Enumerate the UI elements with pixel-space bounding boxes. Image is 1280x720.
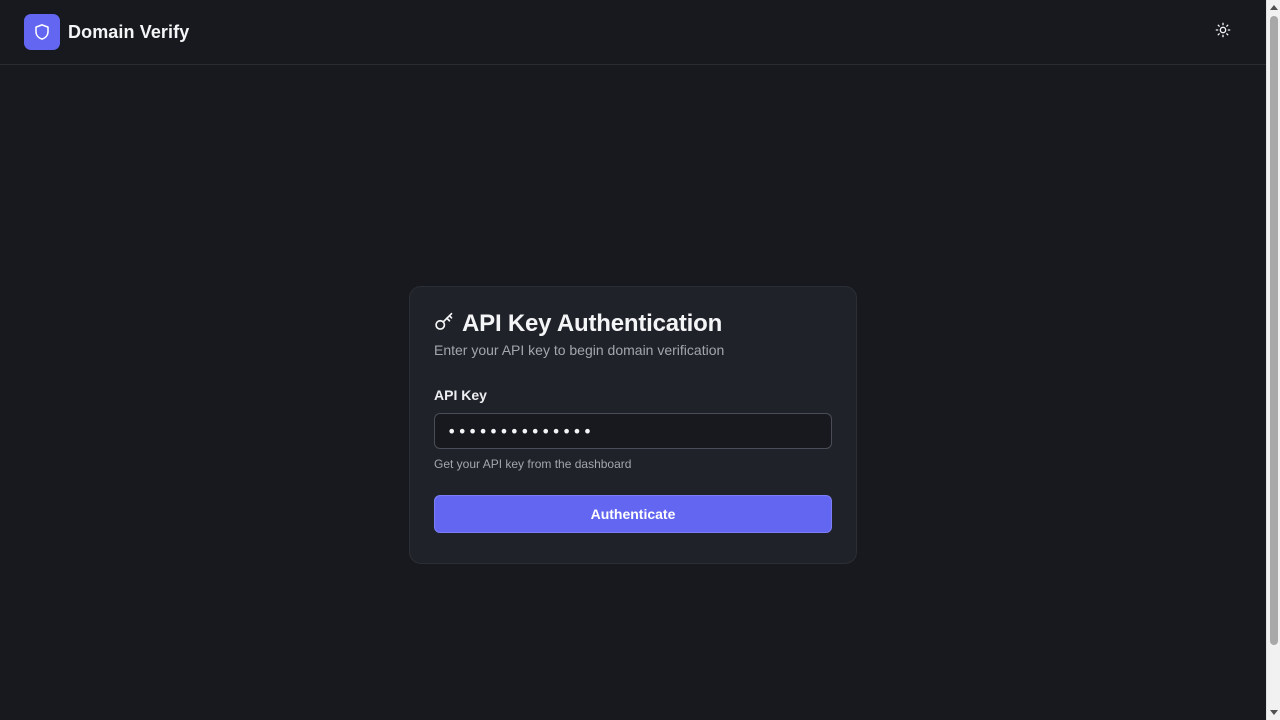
app-title: Domain Verify [68, 21, 190, 42]
api-key-label: API Key [434, 387, 487, 403]
api-key-input[interactable] [434, 413, 832, 449]
authenticate-button[interactable]: Authenticate [434, 495, 832, 533]
scrollbar-thumb[interactable] [1270, 16, 1278, 645]
scroll-up-arrow-icon[interactable] [1267, 0, 1280, 14]
vertical-scrollbar[interactable] [1266, 0, 1280, 720]
card-subtitle: Enter your API key to begin domain verif… [434, 342, 725, 358]
card-title-text: API Key Authentication [462, 310, 723, 337]
api-key-hint: Get your API key from the dashboard [434, 457, 632, 471]
card-title: API Key Authentication [434, 310, 832, 337]
theme-toggle-button[interactable] [1207, 16, 1239, 48]
top-header: Domain Verify [0, 0, 1266, 65]
shield-icon [24, 14, 60, 50]
key-icon [434, 312, 454, 337]
app-window: Domain Verify API Key Authentication Ent… [0, 0, 1266, 720]
auth-card: API Key Authentication Enter your API ke… [409, 286, 857, 564]
sun-icon [1215, 22, 1231, 43]
brand[interactable]: Domain Verify [24, 14, 189, 50]
scroll-down-arrow-icon[interactable] [1267, 706, 1280, 720]
